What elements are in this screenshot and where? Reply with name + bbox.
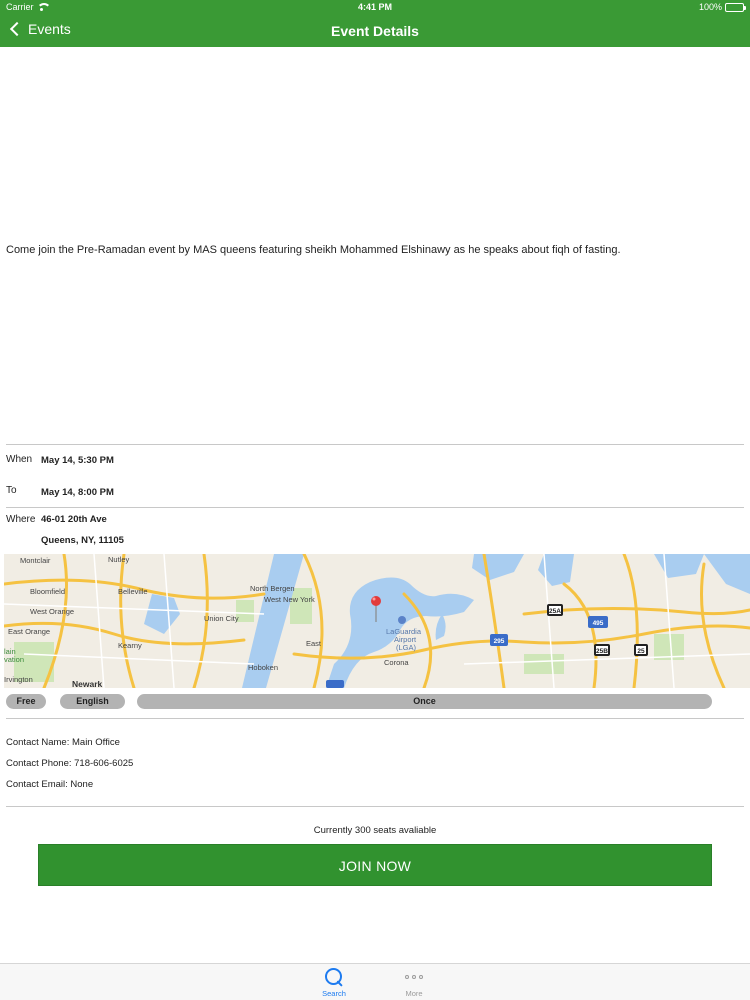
svg-text:Belleville: Belleville bbox=[118, 587, 148, 596]
join-now-button[interactable]: JOIN NOW bbox=[38, 844, 712, 886]
tab-more-label: More bbox=[405, 989, 423, 998]
svg-text:Nutley: Nutley bbox=[108, 555, 130, 564]
price-tag: Free bbox=[6, 694, 46, 709]
location-map[interactable]: Montclair Nutley Bloomfield Belleville N… bbox=[4, 554, 750, 688]
event-description: Come join the Pre-Ramadan event by MAS q… bbox=[6, 244, 621, 256]
battery-icon bbox=[725, 2, 746, 12]
svg-text:North Bergen: North Bergen bbox=[250, 584, 295, 593]
seats-available: Currently 300 seats avaliable bbox=[313, 825, 437, 836]
contact-email: Contact Email: None bbox=[6, 779, 94, 790]
svg-text:East: East bbox=[306, 639, 322, 648]
svg-text:Kearny: Kearny bbox=[118, 641, 142, 650]
svg-text:Union City: Union City bbox=[204, 614, 239, 623]
svg-text:(LGA): (LGA) bbox=[396, 643, 417, 652]
when-label: When bbox=[6, 454, 33, 465]
svg-text:Hoboken: Hoboken bbox=[248, 663, 278, 672]
address-line1: 46-01 20th Ave bbox=[41, 514, 107, 525]
status-time: 4:41 PM bbox=[357, 2, 392, 12]
status-battery: 100% bbox=[698, 2, 746, 12]
status-bar: Carrier 4:41 PM 100% bbox=[0, 0, 750, 15]
svg-text:495: 495 bbox=[593, 620, 604, 627]
frequency-tag: Once bbox=[137, 694, 712, 709]
svg-text:295: 295 bbox=[494, 638, 505, 645]
to-value: May 14, 8:00 PM bbox=[41, 487, 114, 498]
more-dots-icon bbox=[384, 967, 444, 987]
svg-text:Montclair: Montclair bbox=[20, 556, 51, 565]
svg-text:25B: 25B bbox=[596, 648, 608, 655]
svg-text:25: 25 bbox=[637, 648, 645, 655]
contact-name: Contact Name: Main Office bbox=[6, 737, 120, 748]
svg-text:vation: vation bbox=[4, 655, 24, 664]
tab-more[interactable]: More bbox=[384, 967, 444, 998]
svg-text:Corona: Corona bbox=[384, 658, 409, 667]
divider bbox=[6, 507, 744, 508]
svg-text:Bloomfield: Bloomfield bbox=[30, 587, 65, 596]
svg-text:25A: 25A bbox=[549, 608, 561, 615]
contact-phone[interactable]: Contact Phone: 718-606-6025 bbox=[6, 758, 133, 769]
svg-text:Irvington: Irvington bbox=[4, 675, 33, 684]
svg-text:East Orange: East Orange bbox=[8, 627, 50, 636]
svg-text:West Orange: West Orange bbox=[30, 607, 74, 616]
map-graphic: Montclair Nutley Bloomfield Belleville N… bbox=[4, 554, 750, 688]
divider bbox=[6, 718, 744, 719]
divider bbox=[6, 444, 744, 445]
battery-percent: 100% bbox=[698, 2, 722, 12]
page-title: Event Details bbox=[331, 23, 419, 39]
tab-search[interactable]: Search bbox=[304, 967, 364, 998]
to-label: To bbox=[6, 485, 17, 496]
search-icon bbox=[324, 967, 344, 987]
language-tag: English bbox=[60, 694, 125, 709]
top-bar: Carrier 4:41 PM 100% Events Event Detail… bbox=[0, 0, 750, 47]
svg-text:West New York: West New York bbox=[264, 595, 315, 604]
navigation-bar: Events Event Details bbox=[0, 15, 750, 47]
divider bbox=[6, 806, 744, 807]
when-value: May 14, 5:30 PM bbox=[41, 455, 114, 466]
where-label: Where bbox=[6, 514, 36, 525]
tab-bar: Search More bbox=[0, 963, 750, 1000]
svg-text:Newark: Newark bbox=[72, 679, 103, 688]
address-line2: Queens, NY, 11105 bbox=[41, 535, 124, 546]
tab-search-label: Search bbox=[322, 989, 346, 998]
